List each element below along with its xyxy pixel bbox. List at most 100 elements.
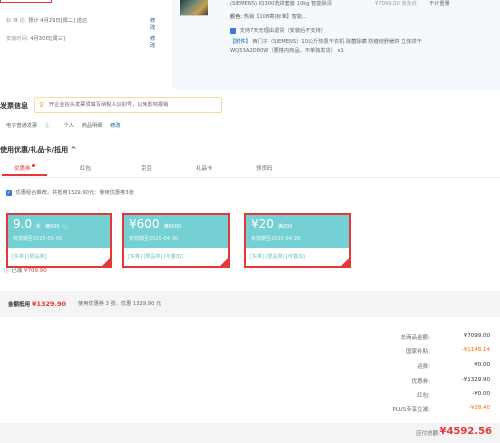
combo-text: 优惠组合推荐，共抵用1329.90元：使用优惠券3张	[15, 190, 134, 196]
invoice-tip-text: 开企业抬头发票须填写纳税人识别号，以免影响报销	[49, 102, 169, 108]
bulb-icon: ♀	[39, 101, 45, 109]
info-icon[interactable]: ⓘ	[4, 268, 10, 274]
invoice-person: 个人	[63, 123, 75, 129]
product-attr-label: 颜色:	[230, 14, 243, 20]
payable-bar: 应付总额: ¥4592.56	[0, 423, 500, 443]
coupon-reduced: ⓘ 已减 ¥709.90	[4, 266, 47, 274]
coupon-unit: 折	[36, 224, 42, 230]
coupon-head: ¥20 满200 有效期至2025-04-28	[246, 215, 349, 248]
shipping-panel: 标 准 达: 预计 4月29日[周二] 送达 修改 安装时间: 4月30日[周三…	[0, 0, 170, 89]
gift-item: 【附件】 西门子（SIEMENS）10公斤热泵干衣机 除菌除螨 防缠绕舒缓烘 立…	[230, 38, 460, 56]
product-title[interactable]: (SIEMENS) IQ300洗烘套装 10kg 智能除渍	[230, 0, 332, 7]
tab-red-packet[interactable]: 红包	[80, 164, 91, 172]
coupon-tabs: 优惠券 红包 京豆 礼品卡 领货码	[0, 162, 500, 178]
total-row-subsidy: 国家补贴: -¥1148.14	[300, 347, 490, 357]
coupon-tags: [东券] [限品类]	[12, 254, 47, 260]
discount-summary-bar: 金额抵用 ¥1329.90 使用优惠券 3 张，优惠 1329.90 元	[0, 291, 500, 317]
product-attr: 颜色: 热销【108寄|标准】智能...	[230, 13, 307, 20]
coupon-tags: [东券] [限品类] [可叠加]	[250, 254, 305, 260]
invoice-edit-link[interactable]: 修改	[110, 123, 120, 129]
total-row-coupon: 优惠券: -¥1329.90	[300, 377, 490, 387]
install-time-value: 4月30日[周三]	[30, 36, 65, 42]
checkbox-checked-icon[interactable]: ✓	[6, 189, 12, 196]
total-value: -¥1148.14	[461, 347, 490, 353]
invoice-detail: 商品明细	[81, 123, 103, 129]
tab-gift-card[interactable]: 礼品卡	[196, 164, 213, 172]
order-item-section: 标 准 达: 预计 4月29日[周二] 送达 修改 安装时间: 4月30日[周三…	[0, 0, 500, 89]
return-policy-text: 支持7天无理由退货（安装后不支持）	[239, 28, 326, 34]
return-policy: 支持7天无理由退货（安装后不支持）	[230, 27, 326, 34]
shipping-edit-link[interactable]: 修改	[150, 17, 155, 31]
product-thumbnail[interactable]	[180, 0, 208, 16]
shipping-standard-label: 标 准 达:	[6, 18, 27, 24]
coupon-card[interactable]: 9.0 折 满500 ⓘ 有效期至2025-05-05 [东券] [限品类]	[6, 213, 112, 268]
selected-corner-icon	[341, 258, 349, 266]
product-weight-note: 不计重量	[429, 1, 450, 7]
invoice-info: 电子普通发票 ⓘ 个人 商品明细 修改	[6, 122, 127, 129]
selected-corner-icon	[220, 258, 228, 266]
install-time-row: 安装时间: 4月30日[周三] 修改	[6, 35, 155, 49]
product-attr-value: 热销【108寄|标准】智能...	[243, 14, 308, 20]
discount-summary-label: 金额抵用	[8, 302, 31, 308]
total-row-plus: PLUS专享立减: -¥28.40	[300, 405, 490, 415]
reduced-value: ¥709.90	[24, 268, 47, 274]
total-label: 总商品金额:	[400, 335, 430, 341]
coupon-head: 9.0 折 满500 ⓘ 有效期至2025-05-05	[8, 215, 110, 248]
invoice-type-text: 电子普通发票	[6, 123, 38, 129]
gift-tag: 【附件】	[230, 39, 251, 45]
reduced-label: 已减	[11, 268, 23, 274]
discount-summary: 金额抵用 ¥1329.90	[8, 300, 66, 308]
total-label: 红包:	[417, 393, 430, 399]
total-label: 国家补贴:	[406, 349, 430, 355]
total-value: -¥0.00	[472, 391, 490, 397]
total-row-goods: 总商品金额: ¥7099.00	[300, 333, 490, 343]
new-dot	[31, 164, 35, 167]
coupon-amount: 9.0	[13, 217, 33, 231]
return-policy-icon	[230, 27, 236, 34]
install-edit-link[interactable]: 修改	[150, 35, 155, 49]
gift-text: 西门子（SIEMENS）10公斤热泵干衣机 除菌除螨 防缠绕舒缓烘 立体烘干 W…	[230, 39, 422, 54]
tab-jingdou[interactable]: 京豆	[141, 164, 152, 172]
coupon-tags: [东券] [限品类] [可叠加]	[128, 254, 183, 260]
coupon-card[interactable]: ¥600 满6000 有效期至2025-04-30 [东券] [限品类] [可叠…	[122, 213, 230, 268]
coupon-section-title[interactable]: 使用优惠/礼品卡/抵用 ^	[0, 145, 76, 155]
coupon-amount-row: ¥600 满6000	[129, 218, 223, 231]
info-icon[interactable]: ⓘ	[63, 224, 68, 230]
tab-coupon-label: 优惠券	[14, 166, 31, 172]
coupon-validity: 有效期至2025-05-05	[13, 236, 63, 242]
selected-corner-icon	[102, 258, 110, 266]
total-row-shipping: 运费: ¥0.00	[300, 362, 490, 372]
coupon-validity: 有效期至2025-04-30	[129, 236, 179, 242]
shipping-standard-value: 预计 4月29日[周二] 送达	[28, 18, 88, 24]
invoice-section-title: 发票信息	[0, 102, 28, 110]
coupon-condition: 满6000	[163, 224, 182, 230]
tab-redeem-code[interactable]: 领货码	[256, 164, 273, 172]
chevron-up-icon[interactable]: ^	[71, 146, 77, 154]
total-label: 优惠券:	[411, 379, 430, 385]
coupon-amount: ¥20	[251, 217, 274, 231]
total-value: ¥0.00	[474, 362, 490, 368]
payable-value: ¥4592.56	[439, 426, 492, 437]
combo-recommend[interactable]: ✓ 优惠组合推荐，共抵用1329.90元：使用优惠券3张	[6, 189, 134, 196]
invoice-tip: ♀ 开企业抬头发票须填写纳税人识别号，以免影响报销	[34, 97, 222, 113]
total-row-red-packet: 红包: -¥0.00	[300, 391, 490, 401]
coupon-card[interactable]: ¥20 满200 有效期至2025-04-28 [东券] [限品类] [可叠加]	[244, 213, 351, 268]
selected-option-border	[0, 0, 52, 3]
product-price: ¥7099.00 京东价	[375, 1, 417, 7]
discount-summary-detail: 使用优惠券 3 张，优惠 1329.90 元	[78, 301, 162, 307]
info-icon[interactable]: ⓘ	[45, 123, 50, 129]
coupon-section-title-text: 使用优惠/礼品卡/抵用	[0, 146, 69, 154]
coupon-amount-row: ¥20 满200	[251, 218, 344, 231]
install-time-label: 安装时间:	[6, 36, 29, 42]
shipping-standard-row: 标 准 达: 预计 4月29日[周二] 送达 修改	[6, 17, 155, 31]
product-panel: (SIEMENS) IQ300洗烘套装 10kg 智能除渍 ¥7099.00 京…	[172, 0, 500, 89]
coupon-validity: 有效期至2025-04-28	[251, 236, 301, 242]
total-value: ¥7099.00	[463, 333, 490, 339]
total-value: -¥28.40	[468, 405, 490, 411]
coupon-head: ¥600 满6000 有效期至2025-04-30	[124, 215, 228, 248]
coupon-amount: ¥600	[129, 217, 160, 231]
total-value: -¥1329.90	[461, 377, 490, 383]
tab-coupon[interactable]: 优惠券	[2, 164, 46, 176]
invoice-type: 电子普通发票 ⓘ	[6, 123, 56, 129]
total-label: 运费:	[417, 364, 430, 370]
